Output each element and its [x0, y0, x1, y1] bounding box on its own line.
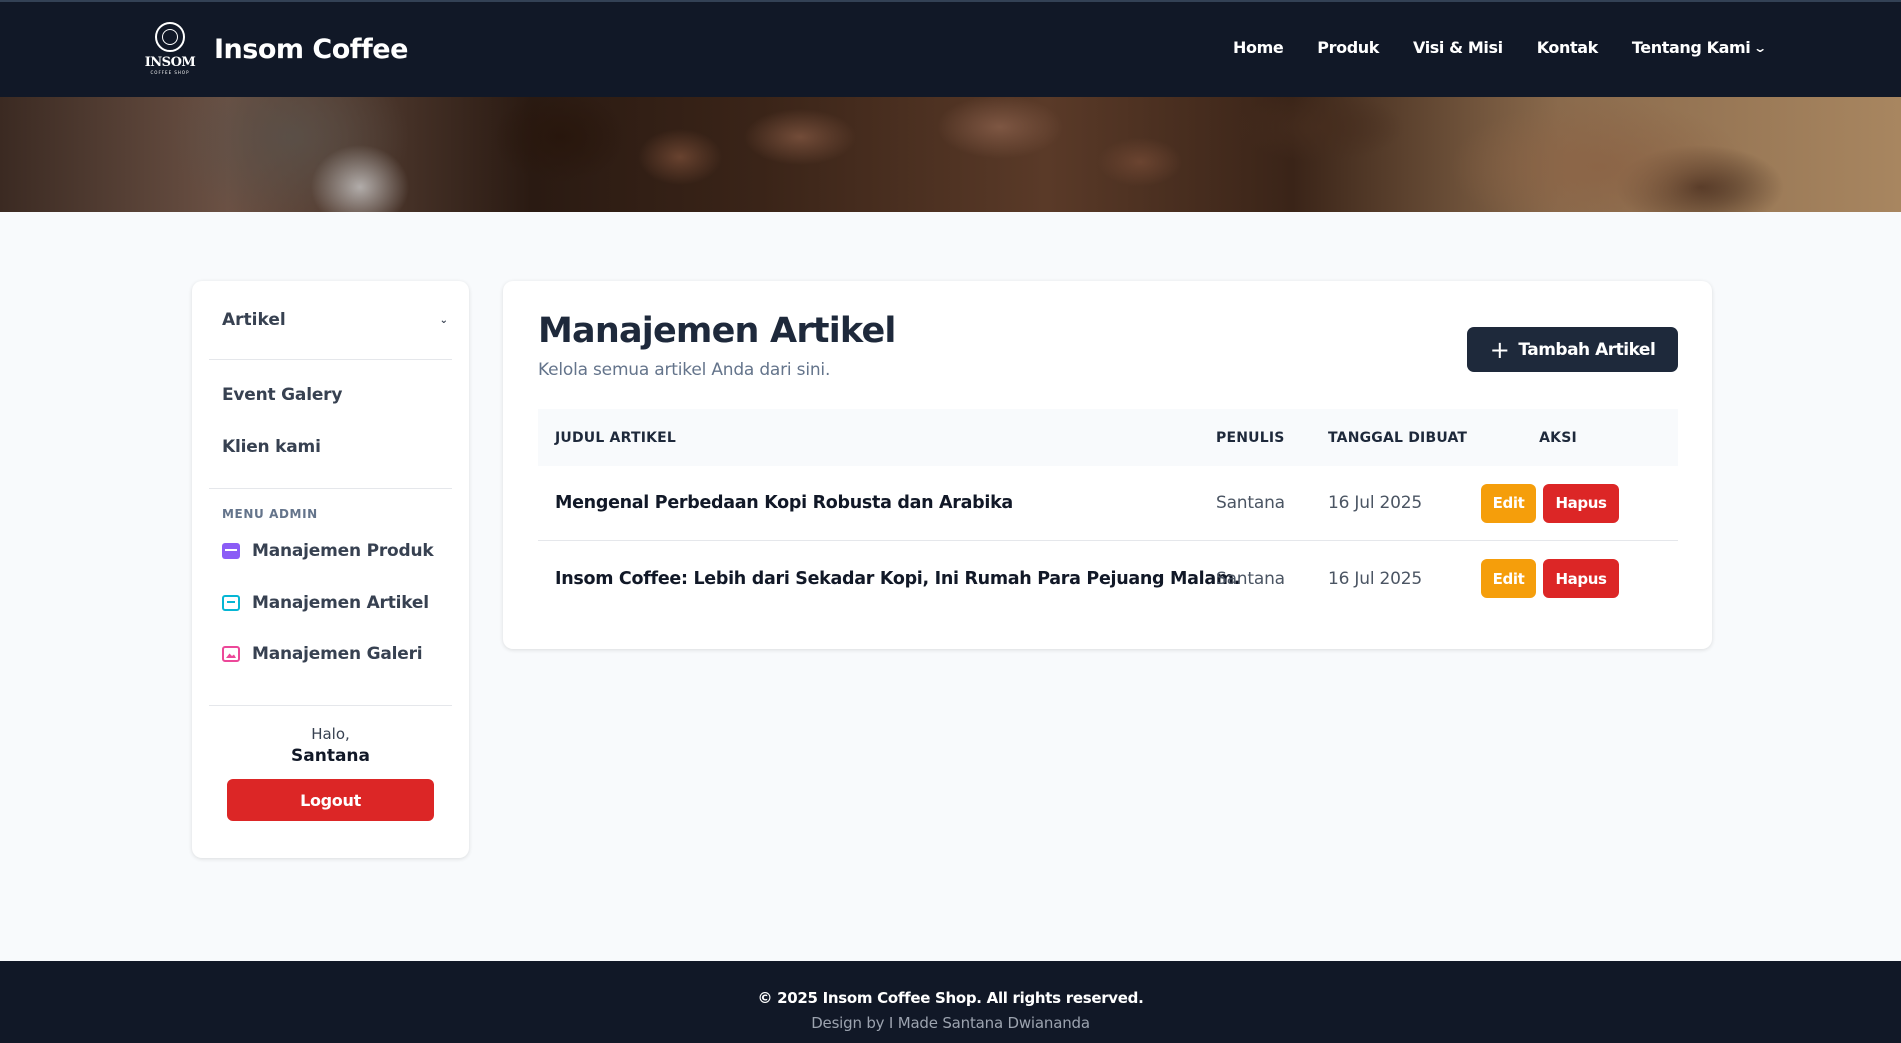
- article-date: 16 Jul 2025: [1328, 493, 1423, 513]
- article-author: Santana: [1216, 493, 1285, 513]
- table-header: JUDUL ARTIKEL PENULIS TANGGAL DIBUAT AKS…: [538, 409, 1678, 466]
- nav-tentang-kami[interactable]: Tentang Kami ⌄: [1631, 38, 1768, 57]
- sidebar-item-klien-kami[interactable]: Klien kami: [222, 437, 321, 457]
- coffee-beans-banner: [0, 97, 1901, 212]
- delete-button[interactable]: Hapus: [1543, 483, 1619, 523]
- main-nav: Home Produk Visi & Misi Kontak Tentang K…: [1233, 38, 1768, 57]
- nav-produk[interactable]: Produk: [1317, 38, 1379, 57]
- menu-admin-label: MENU ADMIN: [222, 507, 318, 521]
- newspaper-icon: [222, 595, 240, 611]
- nav-kontak[interactable]: Kontak: [1537, 38, 1599, 57]
- column-header-title: JUDUL ARTIKEL: [555, 429, 677, 446]
- table-row: Mengenal Perbedaan Kopi Robusta dan Arab…: [538, 466, 1678, 541]
- sidebar: Artikel ⌄ Event Galery Klien kami MENU A…: [192, 281, 469, 858]
- sidebar-item-manajemen-produk[interactable]: Manajemen Produk: [222, 541, 434, 561]
- add-article-button[interactable]: + Tambah Artikel: [1467, 327, 1678, 372]
- sidebar-dropdown-label: Artikel: [222, 310, 286, 330]
- chevron-down-icon: ⌄: [439, 314, 448, 326]
- column-header-author: PENULIS: [1216, 429, 1285, 446]
- divider: [209, 359, 452, 360]
- page-title: Manajemen Artikel: [538, 311, 896, 351]
- logo-seal-icon: [155, 22, 185, 52]
- footer-credit: Design by I Made Santana Dwiananda: [811, 1014, 1090, 1032]
- sidebar-dropdown-artikel[interactable]: Artikel ⌄: [222, 309, 448, 331]
- plus-icon: +: [1489, 335, 1510, 364]
- article-title: Mengenal Perbedaan Kopi Robusta dan Arab…: [555, 493, 1013, 513]
- insom-logo: INSOM COFFEE SHOP: [144, 22, 196, 76]
- logo-text: INSOM: [144, 55, 196, 70]
- divider: [209, 488, 452, 489]
- nav-tentang-kami-label: Tentang Kami: [1631, 38, 1751, 57]
- brand[interactable]: INSOM COFFEE SHOP Insom Coffee: [144, 22, 408, 76]
- logout-button[interactable]: Logout: [227, 779, 434, 821]
- brand-name: Insom Coffee: [214, 33, 408, 65]
- sidebar-item-label: Manajemen Produk: [252, 541, 434, 561]
- page-subtitle: Kelola semua artikel Anda dari sini.: [538, 360, 831, 380]
- divider: [209, 705, 452, 706]
- table-row: Insom Coffee: Lebih dari Sekadar Kopi, I…: [538, 541, 1678, 616]
- delete-button[interactable]: Hapus: [1543, 559, 1619, 598]
- row-actions: Edit Hapus: [1478, 559, 1678, 598]
- row-actions: Edit Hapus: [1478, 483, 1678, 523]
- nav-home[interactable]: Home: [1233, 38, 1284, 57]
- article-management-card: Manajemen Artikel Kelola semua artikel A…: [503, 281, 1712, 649]
- footer-copyright: © 2025 Insom Coffee Shop. All rights res…: [757, 989, 1144, 1007]
- user-name: Santana: [291, 746, 370, 766]
- article-table: JUDUL ARTIKEL PENULIS TANGGAL DIBUAT AKS…: [538, 409, 1678, 616]
- images-icon: [222, 646, 240, 662]
- edit-button[interactable]: Edit: [1481, 483, 1536, 523]
- sidebar-item-label: Manajemen Galeri: [252, 644, 423, 664]
- nav-visi-misi[interactable]: Visi & Misi: [1413, 38, 1503, 57]
- footer: © 2025 Insom Coffee Shop. All rights res…: [0, 961, 1901, 1043]
- article-date: 16 Jul 2025: [1328, 568, 1423, 589]
- sidebar-item-manajemen-artikel[interactable]: Manajemen Artikel: [222, 593, 429, 613]
- edit-button[interactable]: Edit: [1481, 559, 1536, 598]
- sidebar-item-event-galery[interactable]: Event Galery: [222, 385, 342, 405]
- sidebar-item-label: Manajemen Artikel: [252, 593, 429, 613]
- article-title: Insom Coffee: Lebih dari Sekadar Kopi, I…: [555, 568, 1241, 589]
- column-header-actions: AKSI: [1539, 429, 1577, 446]
- column-header-date: TANGGAL DIBUAT: [1328, 429, 1468, 446]
- navbar: INSOM COFFEE SHOP Insom Coffee Home Prod…: [0, 0, 1901, 97]
- add-article-label: Tambah Artikel: [1518, 339, 1656, 360]
- sidebar-item-manajemen-galeri[interactable]: Manajemen Galeri: [222, 644, 423, 664]
- greeting-text: Halo,: [311, 725, 350, 743]
- box-icon: [222, 543, 240, 559]
- logo-subtext: COFFEE SHOP: [150, 70, 190, 75]
- article-author: Santana: [1216, 568, 1285, 589]
- chevron-down-icon: ⌄: [1753, 40, 1767, 55]
